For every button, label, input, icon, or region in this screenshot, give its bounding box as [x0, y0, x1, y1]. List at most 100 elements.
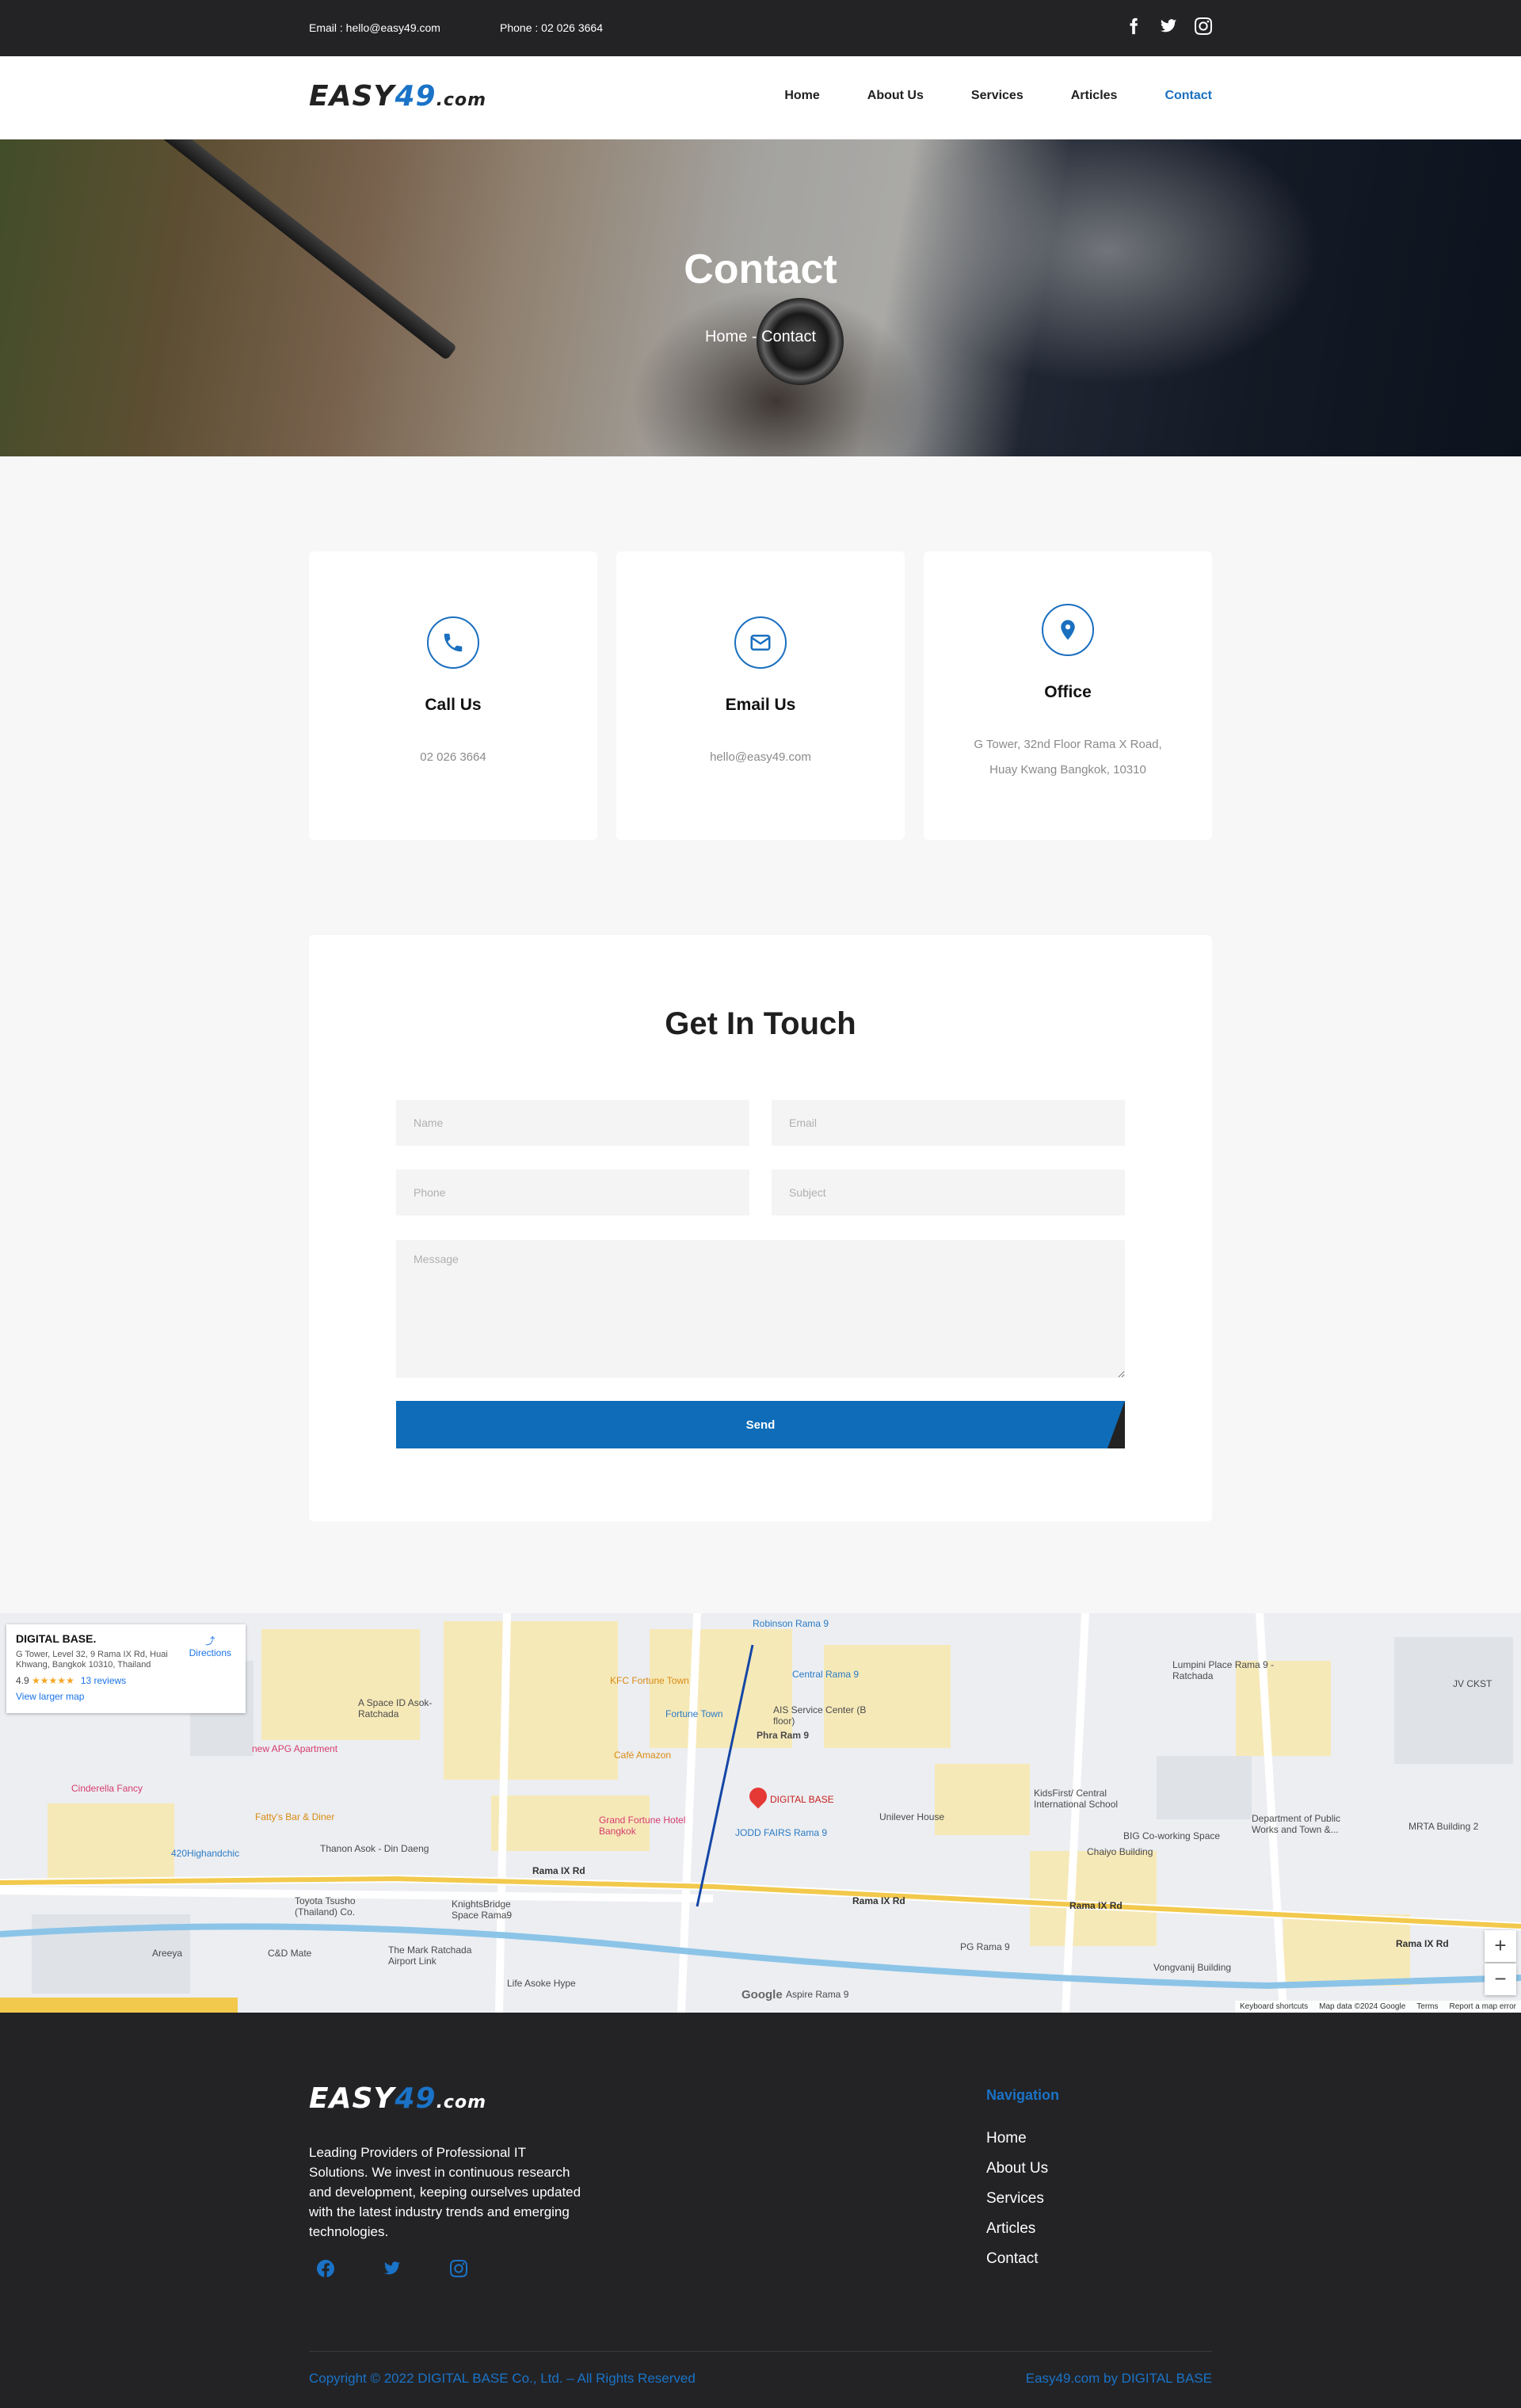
map-label: JV CKST — [1453, 1678, 1492, 1689]
footer-social — [317, 2260, 467, 2277]
phone-icon — [427, 616, 479, 669]
logo-domain: .com — [436, 90, 486, 110]
site-footer: EASY 49 .com Leading Providers of Professi… — [0, 2013, 1521, 2408]
footer-nav: Home About Us Services Articles Contact — [986, 2130, 1048, 2280]
map-label: Rama IX Rd — [1396, 1938, 1449, 1949]
view-larger-map-link[interactable]: View larger map — [16, 1691, 236, 1702]
topbar-phone[interactable]: Phone : 02 026 3664 — [500, 21, 603, 34]
nav-about-us[interactable]: About Us — [867, 89, 924, 103]
twitter-icon[interactable] — [1160, 17, 1177, 35]
card-value[interactable]: 02 026 3664 — [333, 745, 574, 770]
map-label: Central Rama 9 — [792, 1669, 860, 1680]
location-pin-icon — [1042, 604, 1094, 656]
twitter-icon[interactable] — [383, 2260, 401, 2277]
rating-stars: ★★★★★ — [32, 1675, 74, 1686]
map-label: Rama IX Rd — [1069, 1900, 1123, 1911]
card-title: Email Us — [725, 696, 796, 714]
instagram-icon[interactable] — [1195, 17, 1212, 35]
google-map[interactable]: DIGITAL BASE. G Tower, Level 32, 9 Rama … — [0, 1613, 1521, 2013]
map-label: Areeya — [152, 1948, 183, 1959]
logo-text: EASY — [309, 80, 395, 113]
phone-input[interactable] — [396, 1170, 749, 1215]
facebook-icon[interactable] — [317, 2260, 334, 2277]
footer-link-home[interactable]: Home — [986, 2130, 1027, 2147]
nav-articles[interactable]: Articles — [1071, 89, 1118, 103]
logo-number: 49 — [395, 80, 436, 113]
map-label: Aspire Rama 9 — [786, 1989, 849, 2000]
card-title: Office — [1044, 683, 1092, 701]
office-card: Office G Tower, 32nd Floor Rama X Road, … — [924, 551, 1212, 840]
reviews-link[interactable]: 13 reviews — [81, 1675, 126, 1686]
mail-icon — [734, 616, 787, 669]
nav-home[interactable]: Home — [784, 89, 819, 103]
call-us-card: Call Us 02 026 3664 — [309, 551, 597, 840]
map-label: A Space ID Asok-Ratchada — [358, 1697, 433, 1719]
send-button[interactable]: Send — [396, 1401, 1125, 1448]
map-label: Cinderella Fancy — [71, 1783, 143, 1794]
map-label: Rama IX Rd — [852, 1895, 905, 1906]
card-title: Call Us — [425, 696, 482, 714]
footer-link-articles[interactable]: Articles — [986, 2220, 1035, 2237]
hero-banner: Contact Home - Contact — [0, 139, 1521, 456]
place-address: G Tower, Level 32, 9 Rama IX Rd, Huai Kh… — [16, 1650, 168, 1670]
send-label: Send — [745, 1418, 776, 1432]
footer-link-services[interactable]: Services — [986, 2190, 1044, 2207]
zoom-in-button[interactable]: + — [1485, 1930, 1516, 1962]
terms-link[interactable]: Terms — [1416, 2002, 1438, 2011]
button-corner-accent — [1107, 1401, 1125, 1448]
map-label: AIS Service Center (B floor) — [773, 1704, 867, 1727]
map-label: PG Rama 9 — [960, 1941, 1010, 1952]
map-label: Life Asoke Hype — [507, 1978, 576, 1989]
zoom-out-button[interactable]: − — [1485, 1963, 1516, 1995]
breadcrumb: Home - Contact — [704, 328, 817, 345]
map-label: Phra Ram 9 — [757, 1730, 810, 1741]
email-input[interactable] — [772, 1100, 1125, 1146]
footer-link-about-us[interactable]: About Us — [986, 2160, 1048, 2177]
hero-overlay — [0, 139, 1521, 456]
map-label: Thanon Asok - Din Daeng — [320, 1843, 429, 1854]
directions-label: Directions — [189, 1647, 231, 1658]
topbar-social — [1125, 17, 1212, 35]
footer-logo[interactable]: EASY 49 .com — [309, 2082, 486, 2115]
message-textarea[interactable] — [396, 1240, 1125, 1378]
instagram-icon[interactable] — [450, 2260, 467, 2277]
card-value: Huay Kwang Bangkok, 10310 — [989, 763, 1146, 777]
place-rating: 4.9 ★★★★★ 13 reviews — [16, 1675, 236, 1686]
nav-contact[interactable]: Contact — [1165, 89, 1212, 103]
footer-nav-heading: Navigation — [986, 2087, 1060, 2103]
footer-link-contact[interactable]: Contact — [986, 2250, 1038, 2267]
page-title: Contact — [684, 246, 837, 292]
footer-credit[interactable]: Easy49.com by DIGITAL BASE — [1026, 2371, 1212, 2387]
top-bar: Email : hello@easy49.com Phone : 02 026 … — [0, 0, 1521, 56]
directions-icon: ⤴ — [205, 1635, 215, 1647]
logo-text: EASY — [309, 2082, 395, 2115]
logo-domain: .com — [436, 2093, 486, 2112]
directions-button[interactable]: ⤴ Directions — [189, 1634, 231, 1658]
map-label: Robinson Rama 9 — [753, 1618, 829, 1629]
google-logo: Google — [741, 1988, 783, 2002]
map-label: Café Amazon — [614, 1750, 672, 1761]
map-label: JODD FAIRS Rama 9 — [735, 1827, 828, 1838]
keyboard-shortcuts-link[interactable]: Keyboard shortcuts — [1240, 2002, 1308, 2011]
report-map-error-link[interactable]: Report a map error — [1450, 2002, 1516, 2011]
facebook-icon[interactable] — [1125, 17, 1142, 35]
map-label: 420Highandchic — [171, 1848, 240, 1859]
nav-services[interactable]: Services — [971, 89, 1024, 103]
main-nav: Home About Us Services Articles Contact — [784, 89, 1212, 103]
map-label: KidsFirst/ Central International School — [1034, 1788, 1119, 1810]
map-label: Fortune Town — [665, 1708, 723, 1719]
topbar-email[interactable]: Email : hello@easy49.com — [309, 21, 440, 34]
site-logo[interactable]: EASY 49 .com — [309, 80, 486, 113]
map-place-card: DIGITAL BASE. G Tower, Level 32, 9 Rama … — [6, 1624, 246, 1713]
map-label: KFC Fortune Town — [610, 1675, 689, 1686]
copyright-text: Copyright © 2022 DIGITAL BASE Co., Ltd. … — [309, 2371, 696, 2386]
email-us-card: Email Us hello@easy49.com — [616, 551, 905, 840]
contact-form: Get In Touch Send — [309, 935, 1212, 1521]
subject-input[interactable] — [772, 1170, 1125, 1215]
map-label: Toyota Tsusho (Thailand) Co. — [295, 1895, 356, 1918]
name-input[interactable] — [396, 1100, 749, 1146]
card-value[interactable]: hello@easy49.com — [640, 745, 881, 770]
map-label: BIG Co-working Space — [1123, 1830, 1221, 1841]
map-marker-label: DIGITAL BASE — [770, 1794, 834, 1805]
map-attribution: Keyboard shortcuts Map data ©2024 Google… — [1234, 2001, 1521, 2013]
